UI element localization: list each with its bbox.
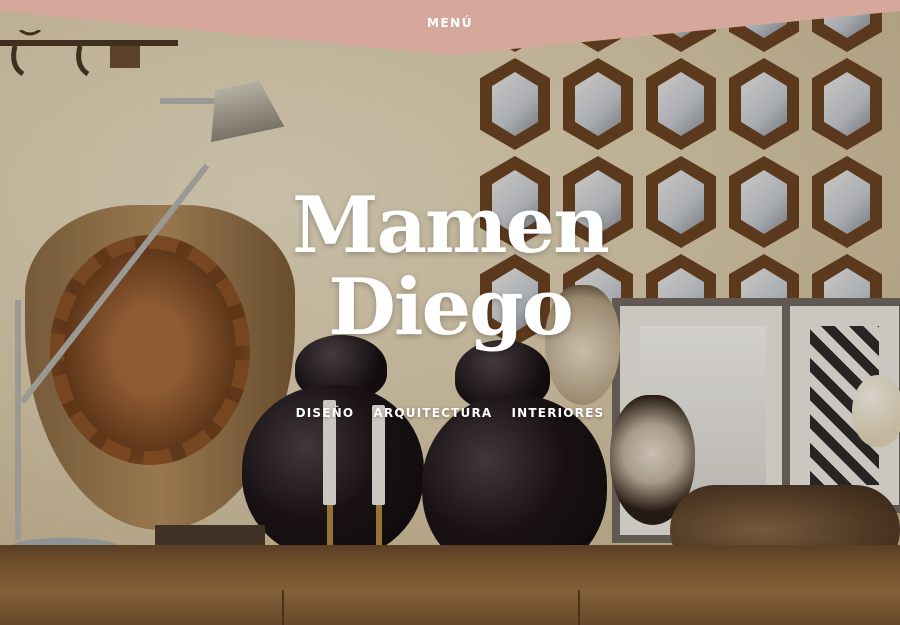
category-nav: DISEÑO ARQUITECTURA INTERIORES (0, 402, 900, 421)
site-title-line-1: Mamen (292, 180, 610, 271)
site-title: Mamen Diego (0, 185, 900, 349)
menu-button[interactable]: MENÚ (0, 16, 900, 30)
nav-link-diseno[interactable]: DISEÑO (296, 406, 355, 420)
site-title-line-2: Diego (328, 262, 573, 353)
nav-link-interiores[interactable]: INTERIORES (512, 406, 605, 420)
nav-link-arquitectura[interactable]: ARQUITECTURA (373, 406, 492, 420)
